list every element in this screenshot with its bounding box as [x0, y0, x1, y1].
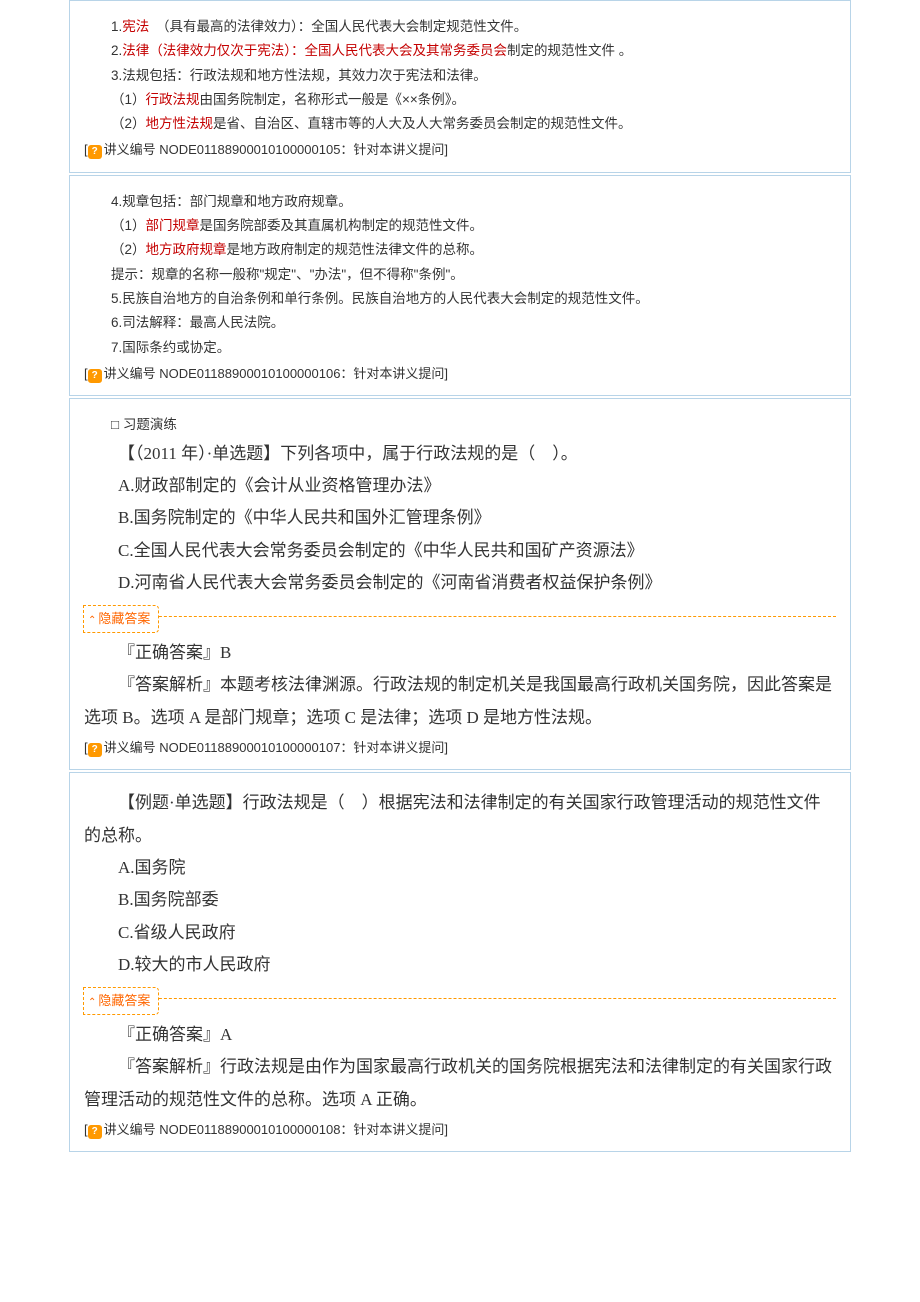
text-line: （2）地方政府规章是地方政府制定的规范性法律文件的总称。 — [84, 238, 836, 262]
hide-answer-label: 隐藏答案 — [98, 993, 150, 1008]
option-a: A.财政部制定的《会计从业资格管理办法》 — [84, 470, 836, 502]
text-line: （1）行政法规由国务院制定，名称形式一般是《××条例》。 — [84, 88, 836, 112]
option-d: D.河南省人民代表大会常务委员会制定的《河南省消费者权益保护条例》 — [84, 567, 836, 599]
text-line: （1）部门规章是国务院部委及其直属机构制定的规范性文件。 — [84, 214, 836, 238]
note-icon: ? — [88, 145, 102, 159]
option-a: A.国务院 — [84, 852, 836, 884]
text-line: 3.法规包括：行政法规和地方性法规，其效力次于宪法和法律。 — [84, 64, 836, 88]
section-question-1: □ 习题演练 【（2011 年）·单选题】下列各项中，属于行政法规的是（ ）。 … — [69, 398, 851, 770]
note-icon: ? — [88, 369, 102, 383]
question-stem: 【例题·单选题】行政法规是（ ）根据宪法和法律制定的有关国家行政管理活动的规范性… — [84, 787, 836, 852]
text-line: 提示：规章的名称一般称"规定"、"办法"，但不得称"条例"。 — [84, 263, 836, 287]
section-laws-1: 1.宪法 （具有最高的法律效力）：全国人民代表大会制定规范性文件。 2.法律（法… — [69, 0, 851, 173]
question-stem: 【（2011 年）·单选题】下列各项中，属于行政法规的是（ ）。 — [84, 438, 836, 470]
chevron-up-icon: ⌃ — [88, 615, 96, 626]
note-icon: ? — [88, 743, 102, 757]
divider — [84, 616, 836, 617]
divider — [84, 998, 836, 999]
answer-explanation: 『答案解析』本题考核法律渊源。行政法规的制定机关是我国最高行政机关国务院，因此答… — [84, 669, 836, 734]
drill-label: □ 习题演练 — [84, 413, 836, 437]
lecture-note: [?讲义编号 NODE01188900010100000107：针对本讲义提问] — [84, 734, 836, 761]
hide-answer-toggle[interactable]: ⌃隐藏答案 — [84, 605, 836, 627]
lecture-note: [?讲义编号 NODE01188900010100000105：针对本讲义提问] — [84, 136, 836, 163]
text-line: （2）地方性法规是省、自治区、直辖市等的人大及人大常务委员会制定的规范性文件。 — [84, 112, 836, 136]
chevron-up-icon: ⌃ — [88, 997, 96, 1008]
text-line: 5.民族自治地方的自治条例和单行条例。民族自治地方的人民代表大会制定的规范性文件… — [84, 287, 836, 311]
section-laws-2: 4.规章包括：部门规章和地方政府规章。 （1）部门规章是国务院部委及其直属机构制… — [69, 175, 851, 396]
text-line: 2.法律（法律效力仅次于宪法）：全国人民代表大会及其常务委员会制定的规范性文件 … — [84, 39, 836, 63]
text-line: 7.国际条约或协定。 — [84, 336, 836, 360]
option-c: C.全国人民代表大会常务委员会制定的《中华人民共和国矿产资源法》 — [84, 535, 836, 567]
hide-answer-toggle[interactable]: ⌃隐藏答案 — [84, 987, 836, 1009]
lecture-note: [?讲义编号 NODE01188900010100000108：针对本讲义提问] — [84, 1116, 836, 1143]
correct-answer: 『正确答案』B — [84, 637, 836, 669]
section-question-2: 【例题·单选题】行政法规是（ ）根据宪法和法律制定的有关国家行政管理活动的规范性… — [69, 772, 851, 1152]
note-icon: ? — [88, 1125, 102, 1139]
text-line: 6.司法解释：最高人民法院。 — [84, 311, 836, 335]
text-line: 1.宪法 （具有最高的法律效力）：全国人民代表大会制定规范性文件。 — [84, 15, 836, 39]
document-page: 1.宪法 （具有最高的法律效力）：全国人民代表大会制定规范性文件。 2.法律（法… — [69, 0, 851, 1152]
option-d: D.较大的市人民政府 — [84, 949, 836, 981]
answer-explanation: 『答案解析』行政法规是由作为国家最高行政机关的国务院根据宪法和法律制定的有关国家… — [84, 1051, 836, 1116]
option-b: B.国务院制定的《中华人民共和国外汇管理条例》 — [84, 502, 836, 534]
hide-answer-label: 隐藏答案 — [98, 611, 150, 626]
option-c: C.省级人民政府 — [84, 917, 836, 949]
text-line: 4.规章包括：部门规章和地方政府规章。 — [84, 190, 836, 214]
lecture-note: [?讲义编号 NODE01188900010100000106：针对本讲义提问] — [84, 360, 836, 387]
option-b: B.国务院部委 — [84, 884, 836, 916]
correct-answer: 『正确答案』A — [84, 1019, 836, 1051]
